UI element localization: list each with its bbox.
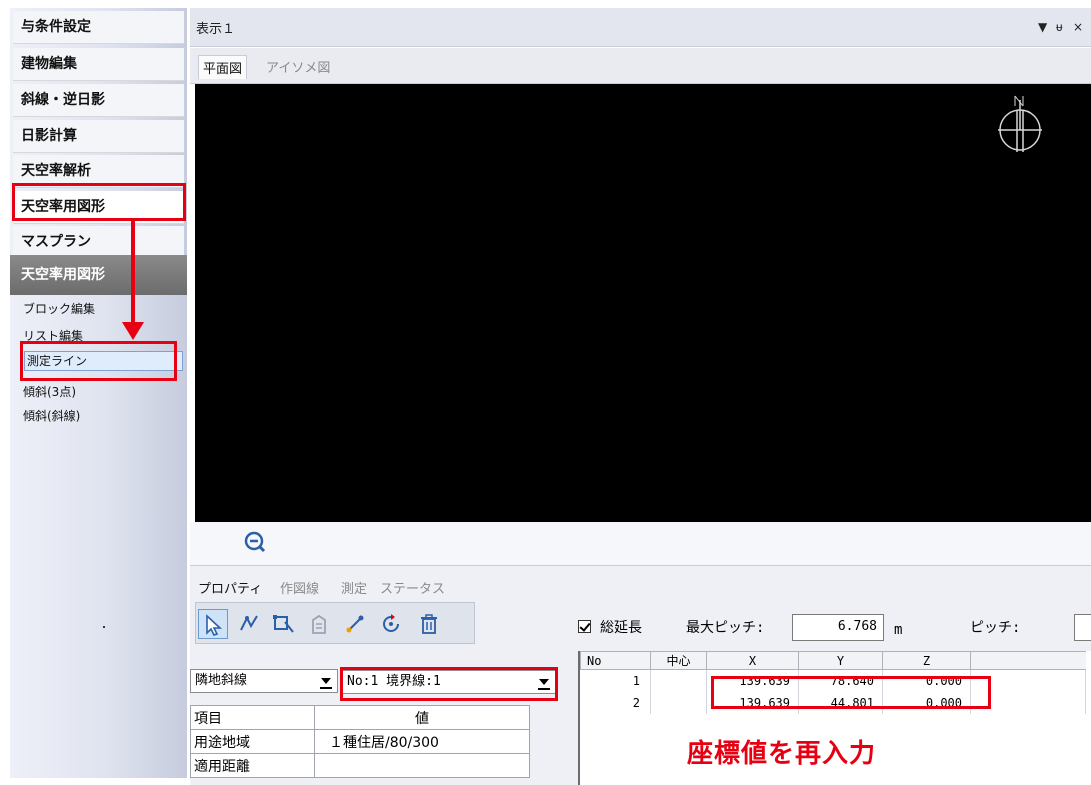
select-pointer-icon[interactable] — [198, 609, 228, 639]
nav-slope-shadow[interactable]: 斜線・逆日影 — [13, 84, 184, 117]
annotation-text: 座標値を再入力 — [687, 739, 877, 769]
y-cell[interactable]: 78.640 — [798, 669, 883, 692]
nav-sky-ratio-analysis[interactable]: 天空率解析 — [13, 155, 184, 188]
table-cell[interactable] — [314, 753, 530, 778]
close-icon[interactable]: × — [1073, 20, 1083, 34]
table-cell: 適用距離 — [190, 753, 315, 778]
chevron-down-icon — [536, 673, 552, 691]
trash-icon[interactable] — [414, 609, 444, 639]
table-row[interactable]: 1 139.639 78.640 0.000 — [580, 669, 1086, 692]
tab-isometric-view[interactable]: アイソメ図 — [262, 55, 334, 78]
column-header-center: 中心 — [650, 651, 707, 670]
type-select-value: 隣地斜線 — [195, 673, 248, 688]
nav-shadow-calc[interactable]: 日影計算 — [13, 120, 184, 153]
center-cell[interactable] — [650, 691, 707, 714]
column-header-y: Y — [798, 651, 883, 670]
x-cell[interactable]: 139.639 — [706, 669, 799, 692]
max-pitch-label: 最大ピッチ: — [686, 620, 765, 636]
max-pitch-unit: m — [894, 622, 903, 638]
zoom-out-icon[interactable] — [243, 530, 267, 554]
bottom-property-panel: プロパティ 作図線 測定 ステータス 隣地斜線 No:1 境界線:1 項目 値 … — [190, 565, 1091, 785]
sub-panel-title: 天空率用図形 — [10, 255, 187, 295]
zoom-toolbar — [190, 522, 1091, 565]
tab-drawing-lines[interactable]: 作図線 — [280, 578, 319, 597]
annotation-arrow-head-icon — [122, 322, 144, 340]
sub-item-measure-line[interactable]: 測定ライン — [24, 351, 183, 371]
view-tabs: 平面図 アイソメ図 — [190, 48, 1091, 84]
max-pitch-input[interactable]: 6.768 — [792, 614, 884, 641]
column-header: 値 — [314, 705, 530, 730]
north-compass-icon — [998, 95, 1042, 152]
drawing-canvas[interactable] — [195, 84, 1091, 522]
view-title-bar: 表示１ ▼ ᵾ × — [190, 8, 1091, 47]
chevron-down-icon — [318, 672, 334, 690]
left-navigation-panel: 与条件設定 建物編集 斜線・逆日影 日影計算 天空率解析 天空率用図形 マスプラ… — [10, 8, 187, 778]
x-cell[interactable]: 139.639 — [706, 691, 799, 714]
tab-status[interactable]: ステータス — [380, 578, 445, 597]
pitch-input[interactable] — [1074, 614, 1091, 641]
property-table-header: 項目 値 — [190, 705, 530, 730]
line-select[interactable]: No:1 境界線:1 — [342, 670, 556, 694]
y-cell[interactable]: 44.801 — [798, 691, 883, 714]
nav-building-edit[interactable]: 建物編集 — [13, 48, 184, 81]
center-cell[interactable] — [650, 669, 707, 692]
sub-item-slope-line[interactable]: 傾斜(斜線) — [23, 406, 80, 426]
nav-condition-settings[interactable]: 与条件設定 — [13, 11, 184, 44]
table-cell: 用途地域 — [190, 729, 315, 754]
nav-sky-ratio-shapes[interactable]: 天空率用図形 — [13, 191, 184, 224]
total-length-label: 総延長 — [600, 620, 642, 636]
move-point-icon[interactable] — [268, 609, 298, 639]
row-number: 2 — [580, 691, 651, 714]
view-title: 表示１ — [196, 22, 236, 37]
blank-cell — [970, 669, 1086, 692]
tab-properties[interactable]: プロパティ — [198, 578, 262, 597]
draw-segment-icon[interactable] — [340, 609, 370, 639]
coordinate-grid: No 中心 X Y Z 1 139.639 78.640 0.000 2 139… — [580, 651, 1086, 714]
column-header-no: No — [580, 651, 651, 670]
sub-item-block-edit[interactable]: ブロック編集 — [23, 299, 95, 319]
column-header-blank — [970, 651, 1086, 670]
sub-item-slope-3pt[interactable]: 傾斜(3点) — [23, 382, 76, 402]
tab-measure[interactable]: 測定 — [341, 578, 367, 597]
sub-item-list-edit[interactable]: リスト編集 — [23, 326, 83, 346]
blank-cell — [970, 691, 1086, 714]
row-number: 1 — [580, 669, 651, 692]
building-icon[interactable] — [304, 609, 334, 639]
column-header-x: X — [706, 651, 799, 670]
rotate-icon[interactable] — [376, 609, 406, 639]
pin-icon[interactable]: ᵾ — [1056, 20, 1063, 34]
annotation-arrow-line — [131, 221, 135, 325]
total-length-checkbox[interactable] — [578, 620, 591, 633]
z-cell[interactable]: 0.000 — [882, 691, 971, 714]
table-cell[interactable]: １種住居/80/300 — [314, 729, 530, 754]
column-header-z: Z — [882, 651, 971, 670]
edit-toolbar — [195, 602, 475, 644]
coordinate-options: 総延長 最大ピッチ: 6.768 m ピッチ: — [578, 614, 1091, 644]
tab-plan-view[interactable]: 平面図 — [198, 55, 248, 79]
type-select[interactable]: 隣地斜線 — [190, 669, 338, 693]
coordinate-header-row: No 中心 X Y Z — [580, 651, 1086, 670]
edit-line-icon[interactable] — [234, 609, 264, 639]
table-row[interactable]: 2 139.639 44.801 0.000 — [580, 691, 1086, 714]
stray-dot — [103, 626, 105, 628]
table-row: 用途地域 １種住居/80/300 — [190, 729, 530, 754]
property-table: 項目 値 用途地域 １種住居/80/300 適用距離 — [190, 705, 530, 778]
z-cell[interactable]: 0.000 — [882, 669, 971, 692]
pitch-label: ピッチ: — [970, 620, 1021, 636]
table-row: 適用距離 — [190, 753, 530, 778]
line-select-value: No:1 境界線:1 — [347, 674, 441, 689]
dropdown-icon[interactable]: ▼ — [1038, 20, 1047, 34]
column-header: 項目 — [190, 705, 315, 730]
